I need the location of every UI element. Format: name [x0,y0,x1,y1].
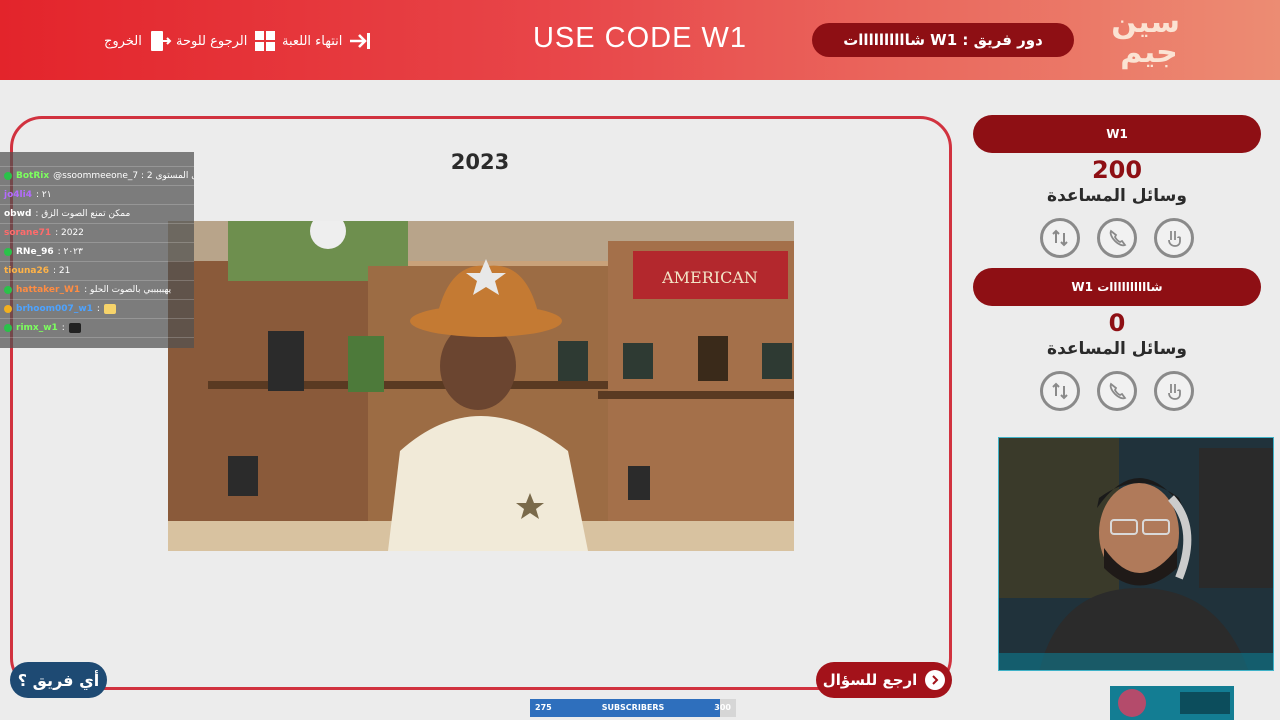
chat-text: : [61,323,65,333]
two-answers-icon [1168,231,1181,247]
emote-icon [68,323,81,333]
end-game-button[interactable]: انتهاء اللعبة [282,28,372,54]
team-1-call-friend-button[interactable] [1097,218,1137,258]
chat-text: : 2022 [55,228,84,238]
team-2-score: 0 [1108,309,1126,337]
which-team-label: أي فريق ؟ [17,670,100,690]
subscriber-goal: 300 [714,703,731,712]
team-1-swap-question-button[interactable] [1040,218,1080,258]
grid-icon [255,31,276,51]
top-bar: الخروج الرجوع للوحة انتهاء اللعبة USE CO… [0,0,1280,80]
back-to-question-label: ارجع للسؤال [822,671,918,689]
chat-user: hattaker_W1 [16,285,81,295]
chevron-right-icon [925,670,946,690]
emote-icon [103,304,116,314]
turn-indicator: دور فريق : W1 شاااااااااات [812,23,1074,57]
team-1-label: W1 [1106,127,1128,141]
team-2-name: W1 شاااااااااات [973,268,1261,306]
end-game-icon [350,33,371,49]
chat-text: : ممكن تمنع الصوت الزق [35,209,131,219]
question-image: AMERICAN [168,221,794,551]
exit-button[interactable]: الخروج [104,28,172,54]
chat-user: brhoom007_w1 [16,304,93,314]
chat-row: brhoom007_w1 : [0,300,194,319]
exit-icon [150,31,172,51]
chat-row: sorane71 : 2022 [0,224,194,243]
chat-row: hattaker_W1 : يهبببببي بالصوت الحلو [0,281,194,300]
coin-icon [4,305,12,313]
chat-user: BotRix [16,171,50,181]
back-to-question-button[interactable]: ارجع للسؤال [816,662,952,698]
exit-label: الخروج [104,33,142,49]
logo: سين جيم [1111,8,1180,72]
svg-text:AMERICAN: AMERICAN [661,268,758,287]
back-to-board-button[interactable]: الرجوع للوحة [176,28,277,54]
chat-user: jo4li4 [4,190,32,200]
team-1-name: W1 [973,115,1261,153]
subscriber-label: SUBSCRIBERS [601,703,665,712]
chat-text: : يهبببببي بالصوت الحلو [84,285,172,295]
chat-row [0,152,194,167]
swap-question-icon [1052,229,1068,247]
chat-row: obwd : ممكن تمنع الصوت الزق [0,205,194,224]
call-friend-icon [1109,229,1127,247]
swap-question-icon [1052,382,1068,400]
turn-label: دور فريق : W1 شاااااااااات [843,31,1043,49]
chat-user: sorane71 [4,228,52,238]
badge-icon [4,248,12,256]
chat-text: @ssoommeeone_7 : قمت برفع مستواك الى الم… [53,171,194,181]
team-2-aids-label: وسائل المساعدة [1047,339,1187,359]
back-to-board-label: الرجوع للوحة [176,33,248,49]
team-1-aids-label: وسائل المساعدة [1047,186,1187,206]
chat-user: RNe_96 [16,247,54,257]
team-2-label: W1 شاااااااااات [1071,280,1163,294]
chat-row: jo4li4 : ٢١ [0,186,194,205]
badge-icon [4,324,12,332]
chat-text: : 21 [52,266,71,276]
chat-row: RNe_96 : ٢٠٢٣ [0,243,194,262]
chat-user: obwd [4,209,32,219]
team-1-two-answers-button[interactable] [1154,218,1194,258]
chat-text: : ٢٠٢٣ [57,247,83,257]
webcam-feed [998,437,1274,671]
chat-text: : ٢١ [35,190,52,200]
team-2-two-answers-button[interactable] [1154,371,1194,411]
verified-icon [4,172,12,180]
team-2-call-friend-button[interactable] [1097,371,1137,411]
chat-user: tiouna26 [4,266,49,276]
team-1-score: 200 [1091,156,1143,184]
team-2-swap-question-button[interactable] [1040,371,1080,411]
code-title: USE CODE W1 [532,22,748,54]
end-game-label: انتهاء اللعبة [282,33,343,49]
chat-overlay: BotRix @ssoommeeone_7 : قمت برفع مستواك … [0,152,194,348]
call-friend-icon [1109,382,1127,400]
badge-icon [4,286,12,294]
ad-banner [1110,686,1234,720]
which-team-button[interactable]: أي فريق ؟ [10,662,107,698]
logo-text: سين جيم [1111,5,1180,70]
subscriber-goal-bar: 275 SUBSCRIBERS 300 [530,699,736,717]
two-answers-icon [1168,384,1181,400]
chat-row: tiouna26 : 21 [0,262,194,281]
chat-user: rimx_w1 [16,323,58,333]
chat-row: BotRix @ssoommeeone_7 : قمت برفع مستواك … [0,167,194,186]
question-year: 2023 [450,150,510,174]
chat-text: : [96,304,100,314]
chat-row: rimx_w1 : [0,319,194,338]
